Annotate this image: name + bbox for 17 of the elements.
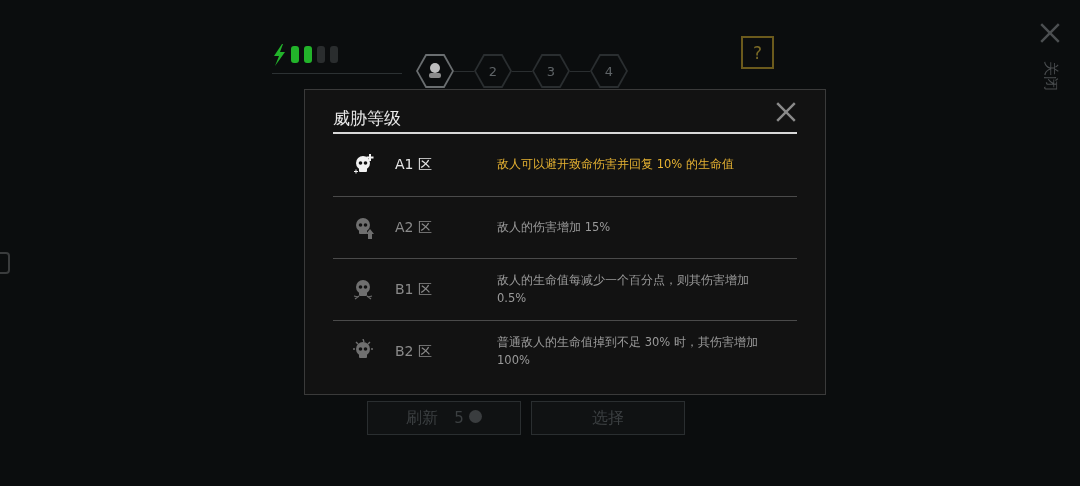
lightning-icon	[272, 43, 286, 66]
help-button[interactable]: ?	[741, 36, 774, 69]
close-label: 关闭	[1040, 60, 1060, 91]
close-icon[interactable]	[775, 101, 797, 123]
dialog-title: 威胁等级	[333, 106, 401, 130]
zone-label: A1 区	[395, 156, 433, 174]
stage-hex[interactable]: 3	[532, 54, 570, 88]
threat-description: 敌人可以避开致命伤害并回复 10% 的生命值	[497, 156, 735, 174]
zone-label: B1 区	[395, 280, 433, 299]
threat-description: 普通敌人的生命值掉到不足 30% 时，其伤害增加 100%	[497, 334, 759, 369]
stage-hex[interactable]: 2	[474, 54, 512, 88]
threat-description: 敌人的生命值每减少一个百分点，则其伤害增加 0.5%	[497, 272, 750, 307]
zone-label: B2 区	[395, 342, 433, 361]
threat-description: 敌人的伤害增加 15%	[497, 218, 612, 236]
coin-icon	[468, 410, 482, 423]
zone-label: A2 区	[395, 218, 433, 237]
stage-hex[interactable]: 4	[590, 54, 628, 88]
